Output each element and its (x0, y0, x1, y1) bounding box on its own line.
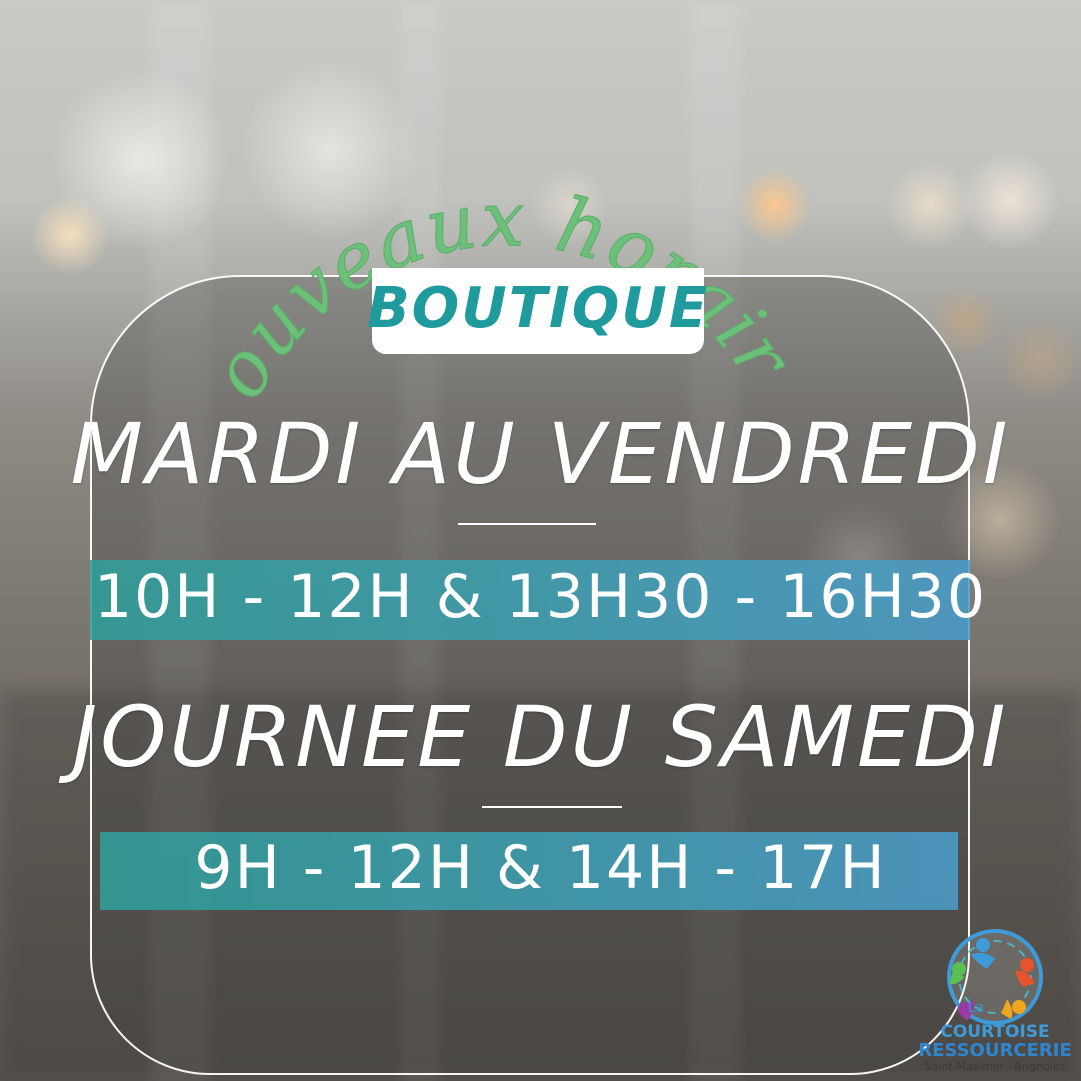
logo-name-line2: RESSOURCERIE (918, 1040, 1072, 1061)
saturday-title: JOURNEE DU SAMEDI (72, 688, 1009, 786)
saturday-title-divider (482, 806, 622, 808)
boutique-tag: BOUTIQUE (367, 268, 707, 354)
arc-headline: Nouveaux horaires (0, 0, 810, 413)
boutique-tag-label: BOUTIQUE (366, 275, 710, 341)
weekday-title: MARDI AU VENDREDI (70, 405, 1011, 503)
weekday-title-divider (458, 523, 596, 525)
logo-cities: Saint-Maximin - Brignoles (924, 1060, 1066, 1073)
saturday-hours: 9H - 12H & 14H - 17H (194, 833, 887, 903)
logo-name-line1: COURTOISE (940, 1022, 1050, 1042)
logo-prefix: La (968, 1000, 985, 1016)
weekday-hours: 10H - 12H & 13H30 - 16H30 (93, 562, 988, 632)
